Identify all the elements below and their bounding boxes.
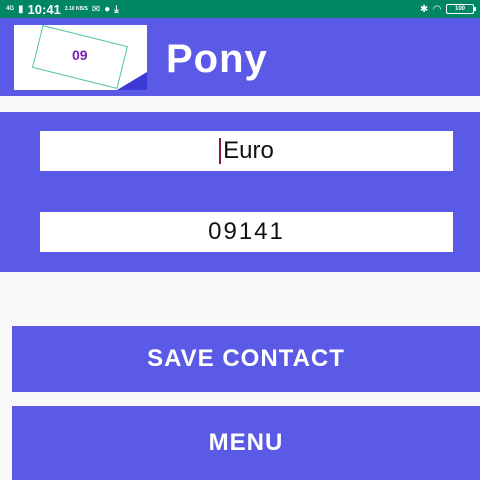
phone-input-value: 09141 <box>208 218 285 245</box>
contact-form: Euro 09141 <box>0 112 480 272</box>
name-input-value: Euro <box>223 137 274 164</box>
app-title: Pony <box>166 37 268 81</box>
bluetooth-icon: ✱ <box>419 3 429 15</box>
menu-button[interactable]: MENU <box>12 406 480 480</box>
network-indicator: 4G <box>6 6 15 12</box>
app-logo: 09 <box>14 25 147 90</box>
name-input[interactable]: Euro <box>40 131 453 171</box>
save-contact-button[interactable]: SAVE CONTACT <box>12 326 480 392</box>
phone-input[interactable]: 09141 <box>40 212 453 252</box>
logo-number: 09 <box>72 47 88 63</box>
status-bar: 4G ▮ 10:41 3.10 KB/S ✉ ● ⤓ ✱ ◠ 100 <box>0 0 480 18</box>
app-bar: 09 Pony <box>0 18 480 96</box>
signal-icon: ▮ <box>18 3 24 15</box>
logo-corner-icon <box>117 72 147 90</box>
message-icon: ✉ <box>91 3 101 15</box>
battery-icon: 100 <box>446 4 476 14</box>
notification-icon: ● <box>104 3 111 15</box>
download-icon: ⤓ <box>114 3 119 15</box>
text-cursor <box>219 138 222 164</box>
network-speed: 3.10 KB/S <box>64 5 88 12</box>
wifi-icon: ◠ <box>433 3 441 15</box>
status-time: 10:41 <box>27 1 61 17</box>
